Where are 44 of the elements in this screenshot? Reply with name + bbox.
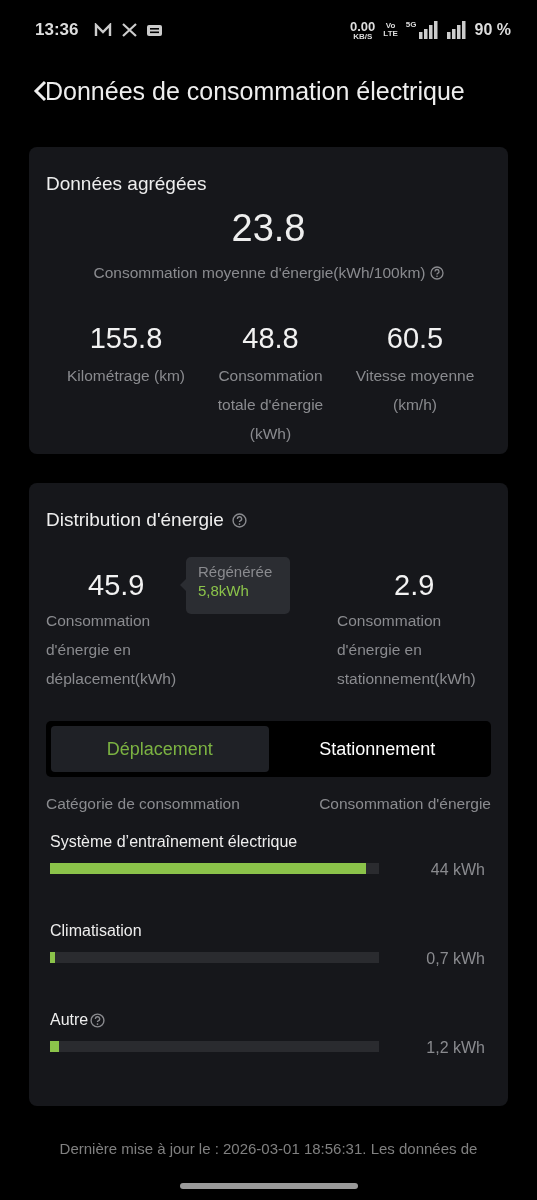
update-note: Dernière mise à jour le : 2026-03-01 18:56:31. Les données de <box>59 1140 478 1157</box>
card-icon <box>147 24 163 36</box>
category-value: 0,7 kWh <box>426 950 485 968</box>
stat-value: 60.5 <box>386 322 444 355</box>
column-header: Catégorie de consommation <box>46 795 240 813</box>
tab[interactable]: Déplacement <box>51 726 269 772</box>
card-title: Distribution d'énergie <box>46 509 224 531</box>
help-icon[interactable] <box>90 1012 106 1028</box>
main-value: 23.8 <box>231 207 306 250</box>
tooltip-value: 5,8kWh <box>198 582 250 599</box>
category-value: 44 kWh <box>430 861 485 879</box>
stat-value: 48.8 <box>242 322 299 355</box>
help-icon[interactable] <box>231 512 247 528</box>
stat-label: Consommation d'énergie en déplacement(kWh) <box>46 611 178 689</box>
network-type: 5G <box>405 20 417 29</box>
category-name: Autre <box>50 1011 89 1029</box>
tab[interactable]: Stationnement <box>268 726 486 772</box>
cross-icon <box>122 23 138 37</box>
column-header: Consommation d'énergie <box>319 795 491 813</box>
signal-icon <box>446 21 467 39</box>
mail-icon <box>94 23 113 37</box>
stat-label: Consommation totale d'énergie (kWh) <box>216 366 325 444</box>
stat-value: 2.9 <box>394 569 435 602</box>
stat-label: Vitesse moyenne (km/h) <box>354 366 476 415</box>
page-title: Données de consommation électrique <box>45 76 465 106</box>
speed-unit: KB/S <box>353 32 373 41</box>
volte-label: Vo <box>385 22 396 30</box>
back-icon[interactable] <box>33 80 47 102</box>
stat-value: 45.9 <box>88 569 145 602</box>
stat-value: 155.8 <box>89 322 163 355</box>
lte-label: LTE <box>383 30 398 38</box>
category-value: 1,2 kWh <box>426 1039 485 1057</box>
category-name: Climatisation <box>50 922 142 940</box>
status-time: 13:36 <box>35 20 79 40</box>
stat-label: Consommation moyenne d'énergie(kWh/100km) <box>93 264 426 282</box>
signal-icon <box>418 21 439 39</box>
category-name: Système d’entraînement électrique <box>50 833 298 851</box>
network-speed: 0.00 <box>350 19 376 33</box>
tooltip-label: Régénérée <box>198 563 274 580</box>
stat-label: Kilométrage (km) <box>67 366 185 386</box>
card-title: Données agrégées <box>46 173 208 195</box>
help-icon[interactable] <box>429 266 444 280</box>
stat-label: Consommation d'énergie en stationnement(kWh) <box>337 611 477 689</box>
battery-level: 90 % <box>474 21 511 39</box>
